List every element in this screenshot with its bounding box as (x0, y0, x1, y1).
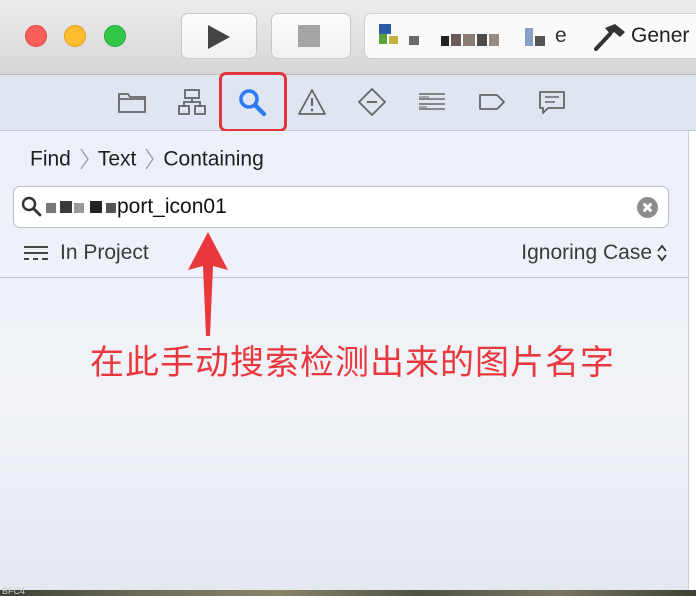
test-diamond-icon[interactable] (357, 87, 387, 117)
zoom-window-button[interactable] (104, 25, 126, 47)
background-strip: BFC4 (0, 586, 696, 596)
editor-edge (688, 131, 696, 596)
case-mode-label: Ignoring Case (521, 241, 652, 264)
annotation-arrow-icon (188, 232, 228, 336)
highlight-box (219, 72, 287, 132)
minimize-window-button[interactable] (64, 25, 86, 47)
scope-selector[interactable]: In Project (24, 241, 149, 265)
chevron-right-icon (80, 149, 89, 170)
breadcrumb-text[interactable]: Text (98, 147, 137, 170)
xcode-window: e Gener Find Text Containing port_icon01… (0, 0, 696, 596)
annotation-text: 在此手动搜索检测出来的图片名字 (90, 343, 615, 383)
breadcrumb-containing[interactable]: Containing (163, 147, 263, 170)
navigator-selector-bar (0, 75, 696, 131)
debug-list-icon[interactable] (417, 87, 447, 117)
scope-label: In Project (60, 241, 149, 264)
chevron-right-icon (145, 149, 155, 170)
hammer-icon (594, 24, 625, 51)
search-query-text: port_icon01 (117, 195, 227, 218)
find-breadcrumb: Find Text Containing (30, 147, 264, 171)
up-down-chevron-icon (657, 245, 667, 262)
divider (0, 277, 688, 278)
folder-icon[interactable] (117, 87, 147, 117)
scheme-selector[interactable]: e Gener (364, 13, 696, 59)
scope-list-icon (24, 246, 48, 261)
find-navigator-panel: Find Text Containing port_icon01 In Projec… (0, 131, 688, 596)
title-bar: e Gener (0, 0, 696, 75)
breakpoint-tag-icon[interactable] (477, 87, 507, 117)
bottom-strip-text: BFC4 (2, 586, 26, 596)
breadcrumb-find[interactable]: Find (30, 147, 71, 170)
hierarchy-icon[interactable] (177, 87, 207, 117)
report-bubble-icon[interactable] (537, 87, 567, 117)
close-window-button[interactable] (25, 25, 47, 47)
scheme-destination-label: Gener (631, 24, 690, 47)
redacted-text (40, 201, 120, 215)
clear-search-button[interactable] (637, 197, 658, 218)
stop-icon (298, 25, 320, 47)
play-icon (208, 25, 230, 49)
case-sensitivity-selector[interactable]: Ignoring Case (521, 241, 668, 265)
run-button[interactable] (181, 13, 257, 59)
scheme-name-tail: e (555, 24, 567, 47)
stop-button[interactable] (271, 13, 351, 59)
warning-icon[interactable] (297, 87, 327, 117)
search-input[interactable]: port_icon01 (13, 186, 669, 228)
